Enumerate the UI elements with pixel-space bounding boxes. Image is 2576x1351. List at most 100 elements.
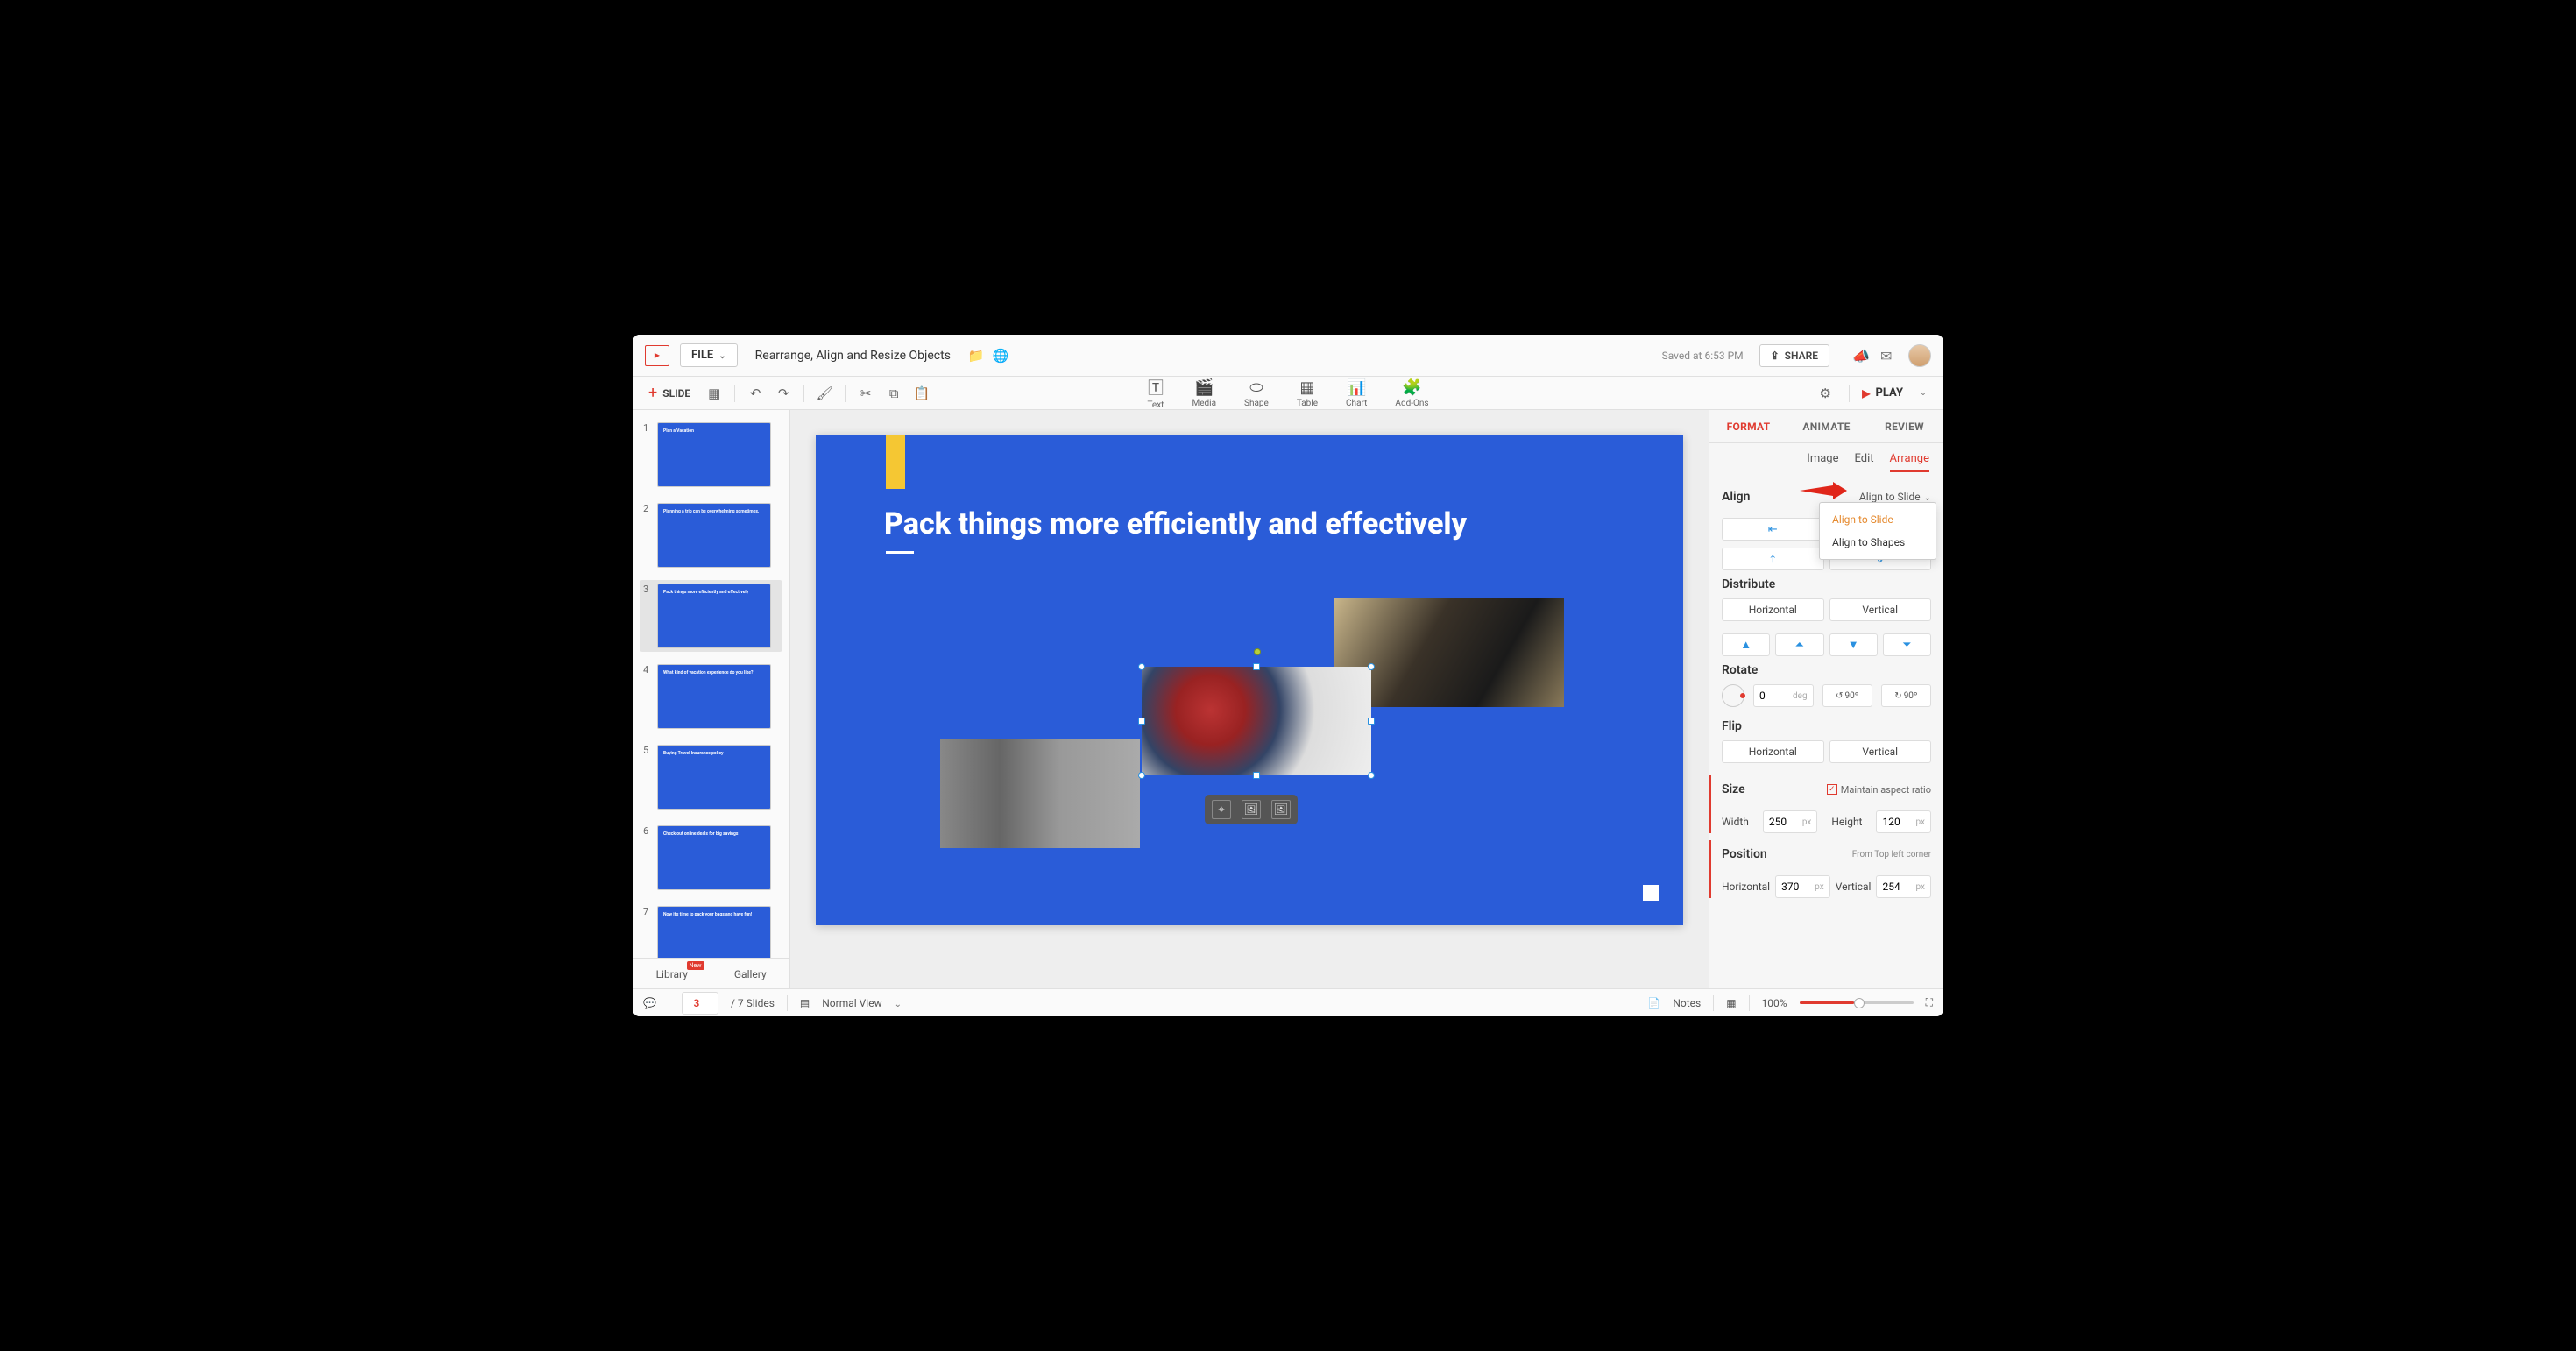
- insert-media-button[interactable]: 🎬 Media: [1192, 378, 1216, 408]
- thumbnail-list[interactable]: 1 Plan a Vacation 2 Planning a trip can …: [633, 410, 789, 958]
- grid-icon[interactable]: ▦: [1726, 997, 1736, 1009]
- insert-chart-button[interactable]: 📊 Chart: [1346, 378, 1367, 408]
- image-options-button[interactable]: 🖼: [1271, 800, 1291, 819]
- slide-headline[interactable]: Pack things more efficiently and effecti…: [884, 506, 1467, 541]
- align-option-slide[interactable]: Align to Slide: [1820, 508, 1936, 531]
- rotate-cw-button[interactable]: ↻90º: [1881, 684, 1931, 707]
- canvas-area[interactable]: Pack things more efficiently and effecti…: [790, 410, 1709, 988]
- width-field[interactable]: [1769, 816, 1799, 828]
- pos-v-input[interactable]: px: [1876, 875, 1931, 898]
- app-logo-button[interactable]: [645, 345, 669, 366]
- share-button[interactable]: ⇪ SHARE: [1759, 344, 1829, 367]
- insert-shape-button[interactable]: ⬭ Shape: [1244, 378, 1269, 408]
- flip-vertical-button[interactable]: Vertical: [1829, 740, 1932, 763]
- rotate-ccw-button[interactable]: ↺90º: [1822, 684, 1872, 707]
- resize-handle-ml[interactable]: [1138, 718, 1145, 725]
- replace-image-button[interactable]: 🖼: [1242, 800, 1261, 819]
- slide-image-pills-selected[interactable]: [1142, 667, 1371, 775]
- redo-button[interactable]: ↷: [772, 382, 795, 405]
- notes-label[interactable]: Notes: [1673, 997, 1701, 1009]
- flip-horizontal-button[interactable]: Horizontal: [1722, 740, 1824, 763]
- format-painter-button[interactable]: 🖌: [813, 382, 836, 405]
- play-button[interactable]: ▶ PLAY: [1862, 386, 1903, 400]
- globe-icon[interactable]: 🌐: [993, 348, 1008, 364]
- rotate-knob[interactable]: [1722, 684, 1744, 707]
- resize-handle-tc[interactable]: [1253, 663, 1260, 670]
- document-title[interactable]: Rearrange, Align and Resize Objects: [755, 349, 951, 363]
- bring-forward-button[interactable]: ▲: [1722, 633, 1770, 656]
- slide-thumb-2[interactable]: 2 Planning a trip can be overwhelming so…: [640, 499, 782, 571]
- pos-h-input[interactable]: px: [1775, 875, 1830, 898]
- resize-handle-br[interactable]: [1368, 772, 1375, 779]
- resize-handle-bl[interactable]: [1138, 772, 1145, 779]
- notes-icon[interactable]: 📄: [1647, 997, 1660, 1009]
- distribute-vertical-button[interactable]: Vertical: [1829, 598, 1932, 621]
- resize-handle-tl[interactable]: [1138, 663, 1145, 670]
- view-mode-icon[interactable]: ▤: [800, 997, 810, 1009]
- settings-gear-icon[interactable]: ⚙: [1814, 382, 1836, 405]
- insert-text-button[interactable]: 🅃 Text: [1147, 376, 1164, 410]
- height-input[interactable]: px: [1876, 810, 1931, 833]
- tab-library[interactable]: Library New: [633, 959, 711, 988]
- addons-button[interactable]: 🧩 Add-Ons: [1395, 378, 1428, 408]
- comments-icon[interactable]: 💬: [643, 997, 656, 1009]
- megaphone-icon[interactable]: 📣: [1852, 348, 1868, 364]
- play-dropdown[interactable]: [1912, 382, 1935, 405]
- align-to-dropdown[interactable]: Align to Slide: [1859, 491, 1931, 503]
- paste-button[interactable]: 📋: [910, 382, 933, 405]
- layout-icon[interactable]: ▦: [703, 382, 725, 405]
- slide-thumb-5[interactable]: 5 Buying Travel Insurance policy: [640, 741, 782, 813]
- bring-to-front-button[interactable]: ⏶: [1775, 633, 1823, 656]
- cut-button[interactable]: ✂: [854, 382, 877, 405]
- slide-image-clothes[interactable]: [940, 739, 1140, 848]
- align-option-shapes[interactable]: Align to Shapes: [1820, 531, 1936, 554]
- slide-thumb-4[interactable]: 4 What kind of vacation experience do yo…: [640, 661, 782, 732]
- aspect-ratio-checkbox[interactable]: ✓ Maintain aspect ratio: [1827, 784, 1931, 796]
- align-left-button[interactable]: ⇤: [1722, 518, 1824, 541]
- chevron-down-icon[interactable]: [895, 997, 902, 1009]
- slide-thumb-3[interactable]: 3 Pack things more efficiently and effec…: [640, 580, 782, 652]
- align-top-button[interactable]: ⤒: [1722, 548, 1824, 570]
- right-panel: FORMAT ANIMATE REVIEW Image Edit Arrange…: [1709, 410, 1943, 988]
- resize-handle-bc[interactable]: [1253, 772, 1260, 779]
- add-slide-button[interactable]: + SLIDE: [641, 379, 697, 407]
- insert-table-button[interactable]: ▦ Table: [1297, 378, 1318, 408]
- tab-format[interactable]: FORMAT: [1709, 410, 1787, 442]
- current-slide-field[interactable]: [688, 997, 705, 1009]
- resize-handle-mr[interactable]: [1368, 718, 1375, 725]
- chevron-down-icon: [1924, 491, 1931, 503]
- height-field[interactable]: [1882, 816, 1912, 828]
- rotate-handle[interactable]: [1254, 648, 1261, 655]
- slide-thumb-6[interactable]: 6 Check out online deals for big savings: [640, 822, 782, 894]
- slide-thumb-1[interactable]: 1 Plan a Vacation: [640, 419, 782, 491]
- view-mode-label[interactable]: Normal View: [822, 997, 881, 1009]
- folder-icon[interactable]: 📁: [968, 348, 984, 364]
- resize-handle-tr[interactable]: [1368, 663, 1375, 670]
- slide-thumb-7[interactable]: 7 Now it's time to pack your bags and ha…: [640, 902, 782, 958]
- rotate-value-field[interactable]: [1759, 690, 1789, 702]
- send-to-back-button[interactable]: ⏷: [1883, 633, 1931, 656]
- distribute-horizontal-button[interactable]: Horizontal: [1722, 598, 1824, 621]
- subtab-arrange[interactable]: Arrange: [1890, 452, 1929, 472]
- mail-icon[interactable]: ✉: [1880, 348, 1896, 364]
- user-avatar[interactable]: [1908, 344, 1931, 367]
- pos-v-field[interactable]: [1882, 881, 1912, 893]
- subtab-edit[interactable]: Edit: [1855, 452, 1874, 472]
- tab-review[interactable]: REVIEW: [1865, 410, 1943, 442]
- pos-h-field[interactable]: [1781, 881, 1811, 893]
- current-slide-input[interactable]: [682, 992, 718, 1015]
- file-menu-button[interactable]: FILE: [680, 343, 738, 367]
- crop-button[interactable]: ⌖: [1212, 800, 1231, 819]
- copy-button[interactable]: ⧉: [882, 382, 905, 405]
- subtab-image[interactable]: Image: [1807, 452, 1838, 472]
- tab-animate[interactable]: ANIMATE: [1787, 410, 1865, 442]
- fit-to-screen-icon[interactable]: ⛶: [1926, 996, 1933, 1009]
- send-backward-button[interactable]: ▼: [1829, 633, 1878, 656]
- slide-canvas[interactable]: Pack things more efficiently and effecti…: [816, 435, 1683, 925]
- plus-icon: +: [648, 384, 657, 402]
- tab-gallery[interactable]: Gallery: [711, 959, 790, 988]
- undo-button[interactable]: ↶: [744, 382, 767, 405]
- rotate-input[interactable]: deg: [1753, 684, 1814, 707]
- zoom-slider[interactable]: [1800, 1001, 1914, 1004]
- width-input[interactable]: px: [1763, 810, 1818, 833]
